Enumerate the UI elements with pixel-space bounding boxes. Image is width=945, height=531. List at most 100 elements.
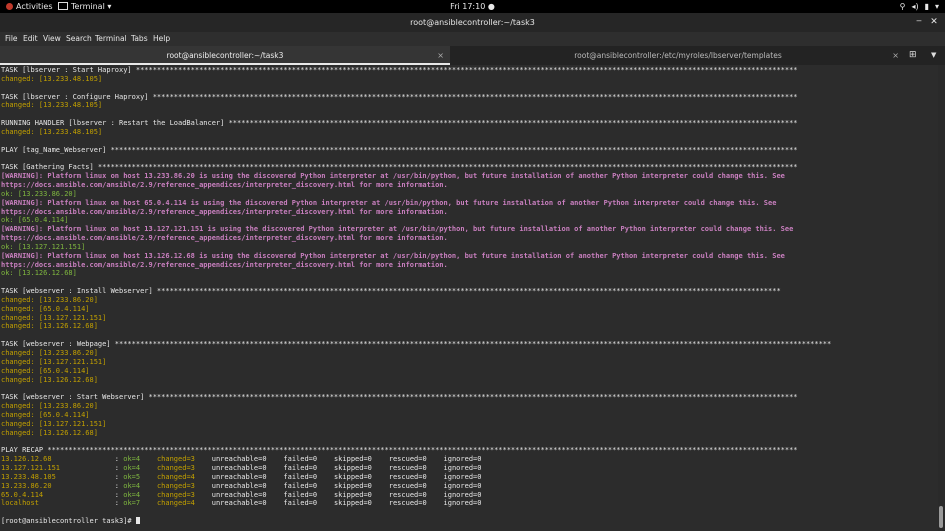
terminal-line: TASK [webserver : Install Webserver] ***…	[1, 287, 831, 296]
terminal-line: https://docs.ansible.com/ansible/2.9/ref…	[1, 181, 831, 190]
terminal-line: localhost : ok=7 changed=4 unreachable=0…	[1, 499, 831, 508]
menu-search[interactable]: Search	[66, 32, 92, 46]
tab-list-dropdown-icon[interactable]: ▼	[931, 46, 936, 65]
terminal-text: :	[114, 472, 124, 481]
terminal-line: changed: [13.127.121.151]	[1, 314, 831, 323]
terminal-line: ok: [13.127.121.151]	[1, 243, 831, 252]
terminal-line: changed: [13.233.48.105]	[1, 128, 831, 137]
terminal-line: TASK [lbserver : Start Haproxy] ********…	[1, 66, 831, 75]
window-title-bar[interactable]: root@ansiblecontroller:~/task3 ‒ ✕	[0, 13, 945, 32]
terminal-line: https://docs.ansible.com/ansible/2.9/ref…	[1, 261, 831, 270]
terminal-text: unreachable=0 failed=0 skipped=0 rescued…	[211, 472, 482, 481]
terminal-text: changed: [13.127.121.151]	[1, 313, 107, 322]
text-cursor	[135, 517, 140, 525]
tab-close-icon[interactable]: ×	[437, 46, 444, 65]
terminal-text: 13.233.86.20	[1, 481, 115, 490]
terminal-text: TASK [lbserver : Configure Haproxy] ****…	[1, 92, 798, 101]
volume-icon: ◂)	[911, 2, 919, 11]
battery-icon: ▮	[924, 2, 929, 11]
terminal-text: changed: [65.0.4.114]	[1, 410, 90, 419]
minimize-button[interactable]: ‒	[913, 16, 925, 28]
terminal-text: ok=5	[123, 472, 157, 481]
terminal-text: TASK [Gathering Facts] *****************…	[1, 163, 798, 172]
terminal-text: ok: [13.127.121.151]	[1, 242, 86, 251]
network-icon: ⚲	[899, 2, 906, 11]
menu-view[interactable]: View	[43, 32, 61, 46]
terminal-text: changed=4	[156, 472, 212, 481]
terminal-line: changed: [13.233.48.105]	[1, 101, 831, 110]
terminal-text: https://docs.ansible.com/ansible/2.9/ref…	[1, 207, 448, 216]
terminal-line: changed: [13.126.12.68]	[1, 376, 831, 385]
clock[interactable]: Fri 17:10 ●	[0, 0, 945, 13]
terminal-line: PLAY RECAP *****************************…	[1, 446, 831, 455]
shell-prompt: [root@ansiblecontroller task3]#	[1, 517, 136, 526]
new-tab-icon[interactable]: ⊞	[909, 46, 917, 65]
terminal-text: :	[114, 463, 124, 472]
terminal-text: 13.126.12.68	[1, 455, 115, 464]
terminal-text: localhost	[1, 499, 115, 508]
terminal-text: unreachable=0 failed=0 skipped=0 rescued…	[211, 481, 482, 490]
terminal-text: TASK [webserver : Install Webserver] ***…	[1, 287, 781, 296]
terminal-text: changed=3	[156, 463, 212, 472]
menu-file[interactable]: File	[5, 32, 18, 46]
terminal-text: changed: [13.126.12.68]	[1, 428, 98, 437]
terminal-text: 13.127.121.151	[1, 463, 115, 472]
terminal-text: changed=3	[156, 481, 212, 490]
terminal-line: changed: [65.0.4.114]	[1, 411, 831, 420]
terminal-text: changed=4	[156, 499, 212, 508]
menu-tabs[interactable]: Tabs	[131, 32, 148, 46]
terminal-text: changed: [13.233.86.20]	[1, 349, 98, 357]
terminal-text: 65.0.4.114	[1, 490, 115, 499]
terminal-text: ok: [13.233.86.20]	[1, 189, 77, 198]
terminal-text: changed: [13.127.121.151]	[1, 419, 107, 428]
terminal-line: changed: [13.126.12.68]	[1, 322, 831, 331]
terminal-text: changed=3	[156, 490, 212, 499]
terminal-text: ok: [65.0.4.114]	[1, 216, 69, 225]
terminal-text: RUNNING HANDLER [lbserver : Restart the …	[1, 119, 798, 128]
terminal-line: [WARNING]: Platform linux on host 13.127…	[1, 225, 831, 234]
gnome-top-bar: Activities Terminal ▾ Fri 17:10 ● ⚲ ◂) ▮ ▾	[0, 0, 945, 13]
terminal-lines: TASK [lbserver : Start Haproxy] ********…	[1, 66, 831, 526]
terminal-output[interactable]: TASK [lbserver : Start Haproxy] ********…	[0, 65, 938, 531]
terminal-line: changed: [13.233.48.105]	[1, 75, 831, 84]
menu-terminal[interactable]: Terminal	[95, 32, 127, 46]
terminal-text: changed: [13.233.86.20]	[1, 295, 98, 304]
tab-label: root@ansiblecontroller:~/task3	[166, 51, 284, 60]
tab-task3[interactable]: root@ansiblecontroller:~/task3 ×	[0, 46, 450, 65]
terminal-line: ok: [65.0.4.114]	[1, 216, 831, 225]
terminal-line: changed: [13.127.121.151]	[1, 358, 831, 367]
terminal-text: ok=4	[123, 463, 157, 472]
terminal-text: :	[114, 499, 124, 508]
window-title: root@ansiblecontroller:~/task3	[410, 18, 535, 27]
terminal-line: ok: [13.126.12.68]	[1, 269, 831, 278]
menu-help[interactable]: Help	[153, 32, 170, 46]
terminal-line: 13.126.12.68 : ok=4 changed=3 unreachabl…	[1, 455, 831, 464]
terminal-line: 13.127.121.151 : ok=4 changed=3 unreacha…	[1, 464, 831, 473]
terminal-text: unreachable=0 failed=0 skipped=0 rescued…	[211, 455, 482, 464]
tab-templates[interactable]: root@ansiblecontroller:/etc/myroles/lbse…	[451, 46, 905, 65]
terminal-text: ok=7	[123, 499, 157, 508]
scrollbar-thumb[interactable]	[939, 506, 943, 528]
terminal-line: https://docs.ansible.com/ansible/2.9/ref…	[1, 208, 831, 217]
menu-edit[interactable]: Edit	[23, 32, 38, 46]
terminal-text: changed: [13.233.48.105]	[1, 101, 103, 110]
prompt-line[interactable]: [root@ansiblecontroller task3]#	[1, 517, 831, 526]
menu-bar: File Edit View Search Terminal Tabs Help	[0, 32, 945, 46]
terminal-text: unreachable=0 failed=0 skipped=0 rescued…	[211, 499, 482, 508]
tab-close-icon[interactable]: ×	[892, 46, 899, 65]
terminal-text: :	[114, 455, 124, 464]
tab-label: root@ansiblecontroller:/etc/myroles/lbse…	[574, 51, 782, 60]
close-window-button[interactable]: ✕	[928, 16, 940, 28]
terminal-line: TASK [lbserver : Configure Haproxy] ****…	[1, 93, 831, 102]
terminal-text: unreachable=0 failed=0 skipped=0 rescued…	[211, 490, 482, 499]
terminal-text: [WARNING]: Platform linux on host 13.127…	[1, 225, 794, 234]
terminal-line: changed: [13.233.86.20]	[1, 296, 831, 305]
terminal-text: https://docs.ansible.com/ansible/2.9/ref…	[1, 234, 448, 243]
terminal-line: changed: [13.126.12.68]	[1, 429, 831, 438]
system-tray[interactable]: ⚲ ◂) ▮ ▾	[894, 0, 939, 13]
terminal-scrollbar[interactable]	[938, 65, 945, 531]
